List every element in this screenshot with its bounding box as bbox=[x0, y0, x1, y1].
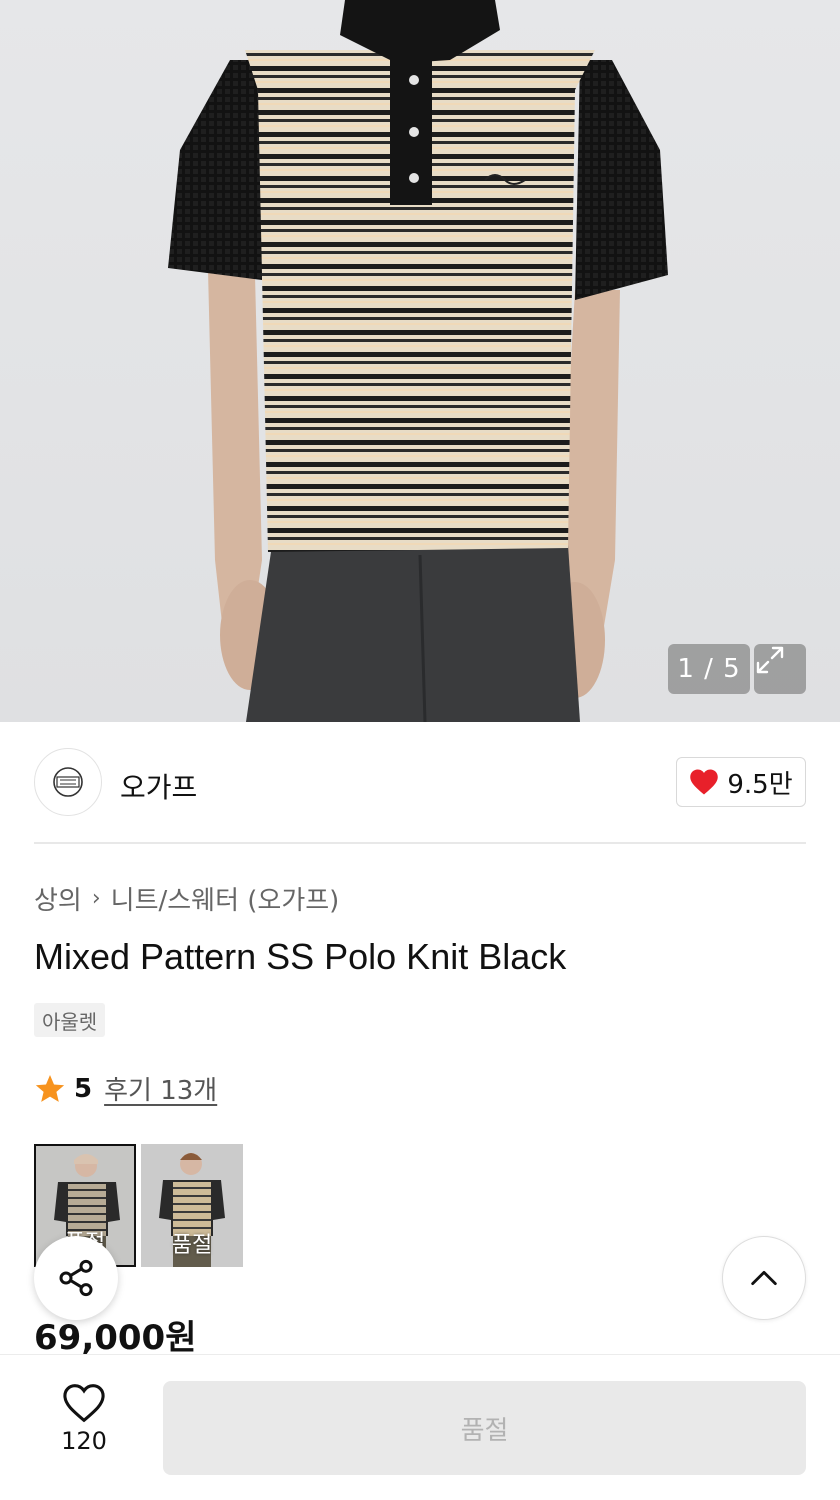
breadcrumb-item-subcategory[interactable]: 니트/스웨터 (오가프) bbox=[111, 880, 340, 917]
shop-logo[interactable] bbox=[34, 748, 102, 816]
star-icon bbox=[35, 1074, 65, 1102]
breadcrumb-item-category[interactable]: 상의 bbox=[34, 880, 82, 917]
chevron-right-icon: › bbox=[91, 886, 101, 911]
fullscreen-button[interactable] bbox=[754, 644, 806, 694]
shop-name[interactable]: 오가프 bbox=[120, 766, 197, 806]
heart-filled-icon bbox=[690, 769, 719, 795]
expand-icon bbox=[756, 646, 784, 674]
product-price: 69,000원 bbox=[34, 1318, 197, 1358]
wishlist-count: 120 bbox=[61, 1427, 107, 1455]
ogarp-logo-icon bbox=[53, 767, 83, 797]
share-button[interactable] bbox=[34, 1236, 118, 1320]
rating-score: 5 bbox=[74, 1073, 93, 1104]
color-option[interactable]: 품절 bbox=[141, 1144, 243, 1267]
heart-outline-icon bbox=[63, 1384, 105, 1423]
shop-like-count: 9.5만 bbox=[727, 769, 793, 800]
buy-button[interactable]: 품절 bbox=[163, 1381, 806, 1475]
share-icon bbox=[59, 1259, 93, 1297]
divider bbox=[34, 842, 806, 844]
polo-shirt-photo bbox=[168, 0, 668, 722]
bottom-bar: 120 품절 bbox=[0, 1354, 840, 1500]
scroll-top-button[interactable] bbox=[722, 1236, 806, 1320]
product-image[interactable]: 1 / 5 bbox=[0, 0, 840, 722]
breadcrumb: 상의 › 니트/스웨터 (오가프) bbox=[34, 880, 339, 917]
outlet-badge: 아울렛 bbox=[34, 1003, 106, 1037]
product-title: Mixed Pattern SS Polo Knit Black bbox=[34, 936, 567, 977]
color-option-label: 품절 bbox=[171, 1233, 213, 1258]
image-counter: 1 / 5 bbox=[668, 644, 750, 694]
chevron-up-icon bbox=[751, 1270, 777, 1286]
reviews-link[interactable]: 후기 13개 bbox=[104, 1070, 217, 1107]
shop-row: 오가프 9.5만 bbox=[34, 748, 806, 818]
rating-row: 5 후기 13개 bbox=[34, 1070, 217, 1107]
shop-like-button[interactable]: 9.5만 bbox=[676, 757, 806, 807]
wishlist-button[interactable]: 120 bbox=[34, 1383, 134, 1455]
